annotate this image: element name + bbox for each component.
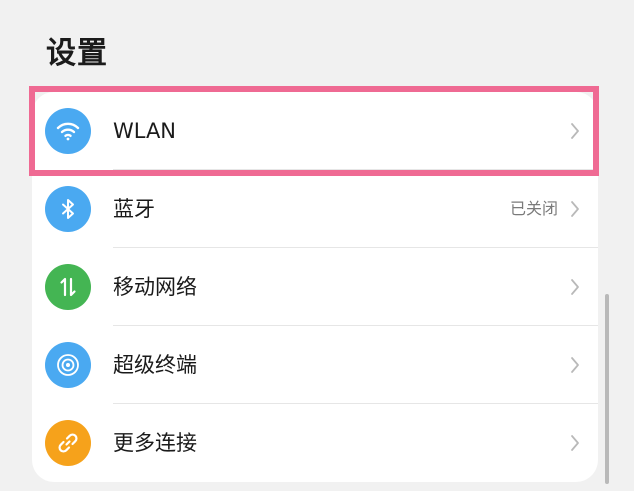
- settings-item-more-connections[interactable]: 更多连接: [32, 404, 598, 482]
- bluetooth-status: 已关闭: [509, 199, 558, 218]
- settings-item-label: 更多连接: [113, 431, 197, 455]
- super-device-icon: [45, 342, 91, 388]
- chevron-right-icon: [571, 357, 579, 373]
- chevron-right-icon: [571, 123, 579, 139]
- settings-item-super-device[interactable]: 超级终端: [32, 326, 598, 404]
- chevron-right-icon: [571, 435, 579, 451]
- settings-card: WLAN 蓝牙 已关闭 移动网络 超级终端 更多连接: [32, 92, 598, 482]
- settings-item-label: 超级终端: [113, 353, 197, 377]
- link-icon: [45, 420, 91, 466]
- settings-item-mobile-network[interactable]: 移动网络: [32, 248, 598, 326]
- bluetooth-icon: [45, 186, 91, 232]
- settings-item-label: 移动网络: [113, 275, 197, 299]
- chevron-right-icon: [571, 201, 579, 217]
- wifi-icon: [45, 108, 91, 154]
- mobile-data-icon: [45, 264, 91, 310]
- settings-item-bluetooth[interactable]: 蓝牙 已关闭: [32, 170, 598, 248]
- scrollbar[interactable]: [605, 294, 609, 484]
- chevron-right-icon: [571, 279, 579, 295]
- page-title: 设置: [46, 36, 108, 71]
- settings-item-label: WLAN: [113, 119, 177, 143]
- settings-item-label: 蓝牙: [113, 197, 155, 221]
- settings-item-wlan[interactable]: WLAN: [32, 92, 598, 170]
